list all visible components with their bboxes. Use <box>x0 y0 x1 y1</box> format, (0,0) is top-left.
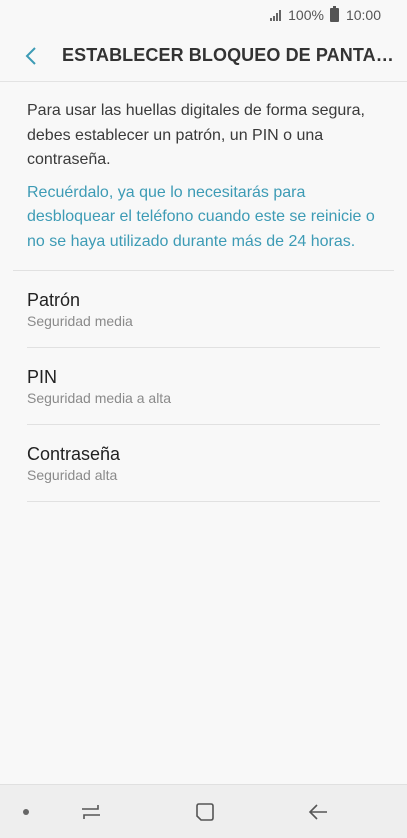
main-content: Para usar las huellas digitales de forma… <box>0 82 407 502</box>
option-sublabel: Seguridad media a alta <box>27 389 171 406</box>
home-icon <box>196 803 214 821</box>
option-label: Patrón <box>27 289 81 310</box>
battery-percent: 100% <box>288 7 324 23</box>
option-pin[interactable]: PIN Seguridad media a alta <box>0 348 407 424</box>
nav-dot-icon[interactable] <box>23 809 29 815</box>
back-button[interactable] <box>0 30 62 82</box>
home-button[interactable] <box>190 797 220 827</box>
option-pattern[interactable]: Patrón Seguridad media <box>0 271 407 347</box>
option-label: PIN <box>27 366 58 387</box>
status-bar: 100% 10:00 <box>0 0 407 30</box>
clock: 10:00 <box>345 7 381 23</box>
back-arrow-icon <box>25 46 36 65</box>
option-password[interactable]: Contraseña Seguridad alta <box>0 425 407 501</box>
recent-apps-icon <box>82 805 100 819</box>
app-header: ESTABLECER BLOQUEO DE PANTALLA SEGURO <box>0 30 407 82</box>
page-title: ESTABLECER BLOQUEO DE PANTALLA SEGURO <box>62 45 402 65</box>
option-sublabel: Seguridad alta <box>27 466 118 483</box>
description-text: Para usar las huellas digitales de forma… <box>27 102 365 168</box>
signal-icon <box>270 9 282 21</box>
recent-apps-button[interactable] <box>76 797 106 827</box>
back-nav-button[interactable] <box>303 797 333 827</box>
reminder-note: Recuérdalo, ya que lo necesitarás para d… <box>27 183 375 250</box>
navigation-bar <box>0 784 407 838</box>
option-sublabel: Seguridad media <box>27 312 133 329</box>
option-label: Contraseña <box>27 443 121 464</box>
back-nav-icon <box>308 804 327 820</box>
battery-icon <box>329 6 339 22</box>
option-divider <box>27 501 380 502</box>
